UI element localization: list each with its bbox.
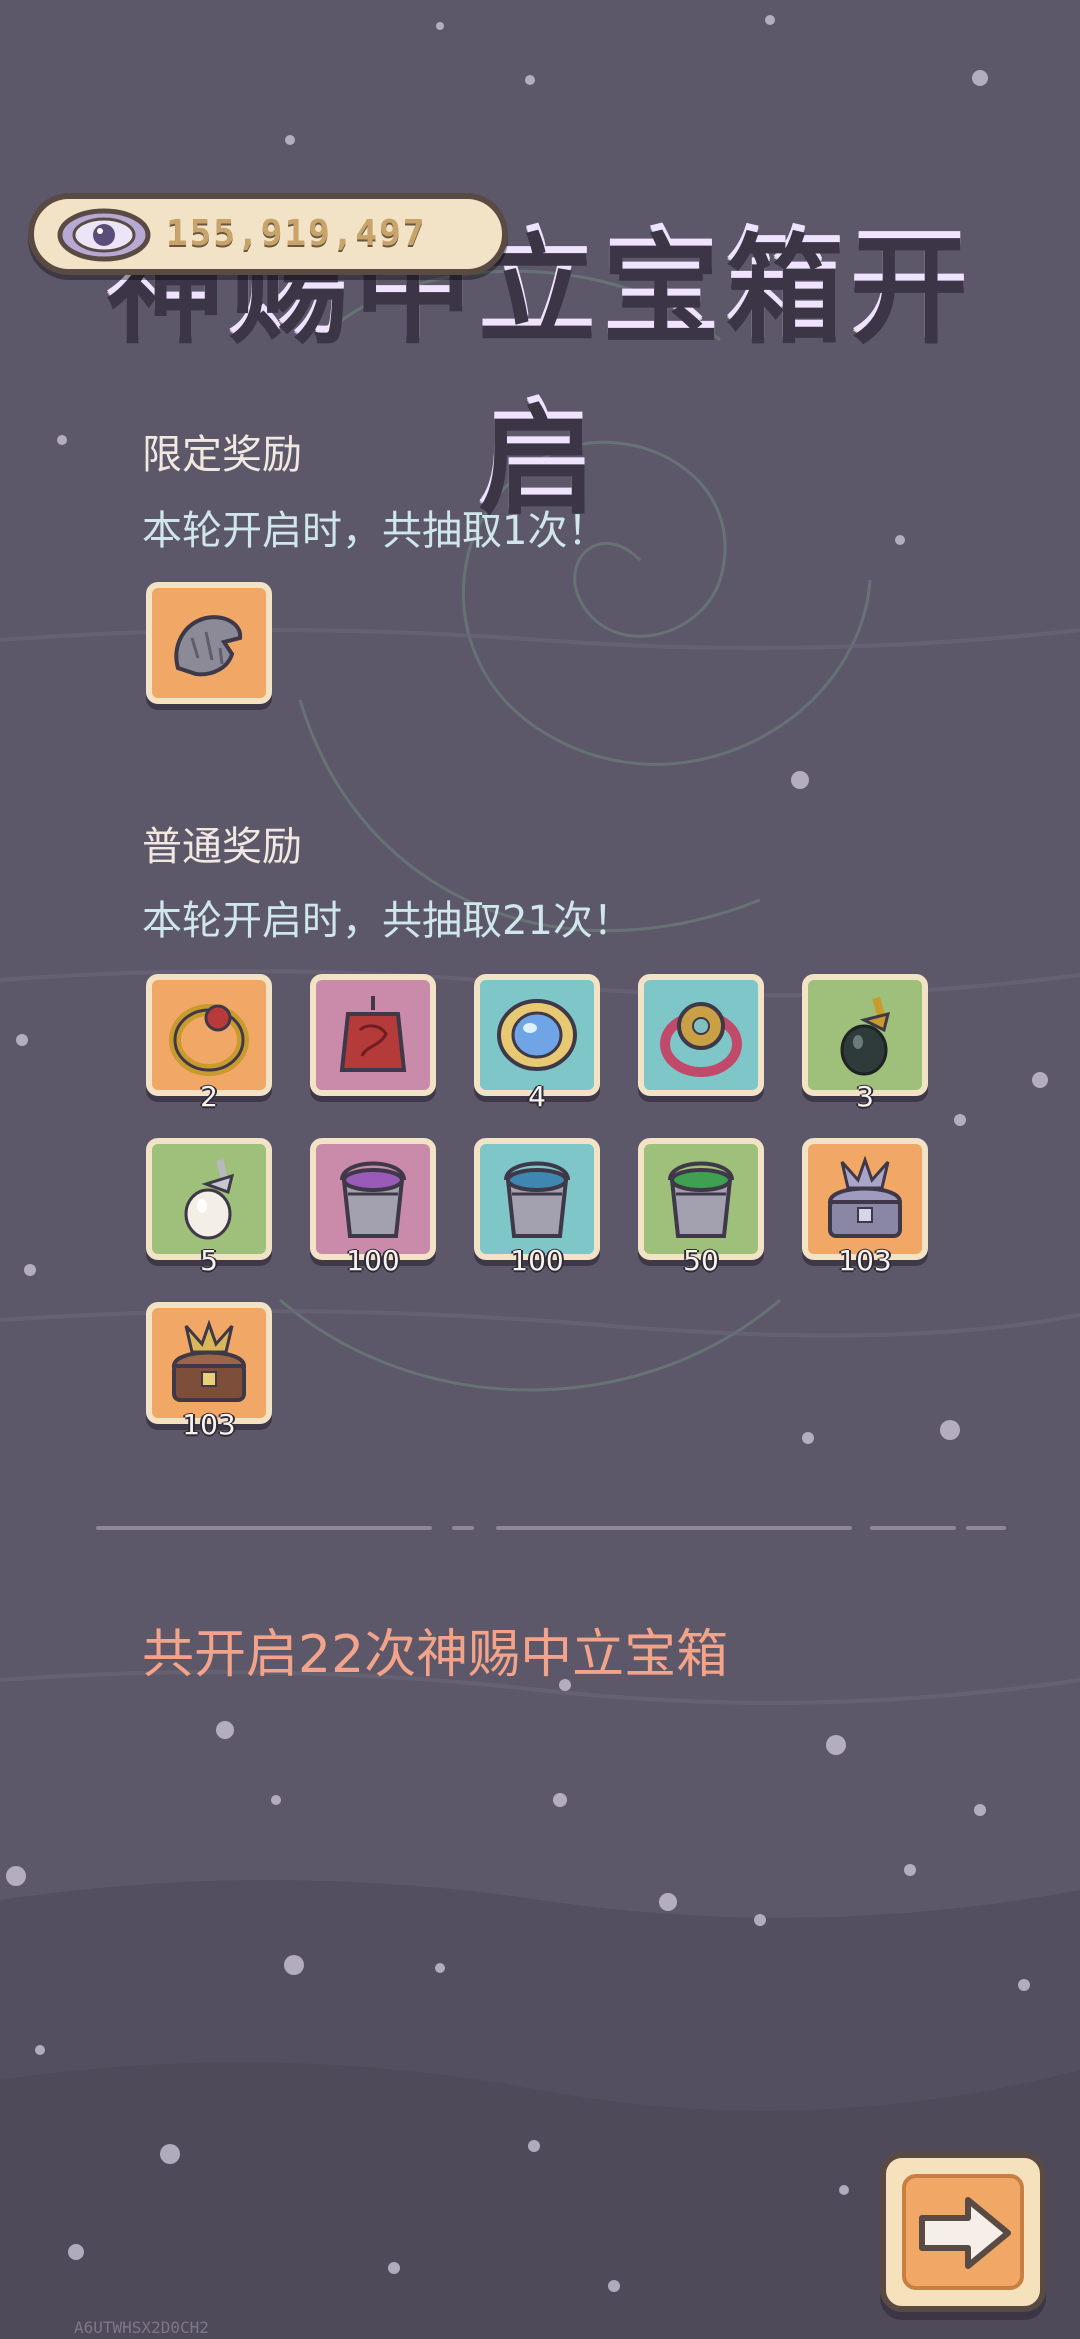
ruby-ring-icon <box>169 1004 249 1076</box>
reward-slot-red-amulet[interactable] <box>310 974 436 1096</box>
purple-paint-bucket-icon <box>340 1161 406 1238</box>
currency-amount: 155,919,497 <box>166 213 427 254</box>
divider <box>96 1526 432 1530</box>
limited-rewards-subtitle: 本轮开启时，共抽取1次！ <box>142 508 608 554</box>
reward-slot-black-pearl-pendant[interactable] <box>802 974 928 1096</box>
reward-slot-ruby-ring[interactable] <box>146 974 272 1096</box>
green-paint-bucket-icon <box>668 1161 734 1238</box>
eye-icon <box>57 208 151 262</box>
divider <box>966 1526 1006 1530</box>
reward-slot-stone-relic[interactable] <box>146 582 272 704</box>
reward-slot-sapphire-brooch[interactable] <box>474 974 600 1096</box>
normal-rewards-subtitle: 本轮开启时，共抽取21次！ <box>142 898 633 944</box>
reward-qty: 50 <box>683 1244 719 1277</box>
reward-slot-flower-ring[interactable] <box>638 974 764 1096</box>
sapphire-brooch-icon <box>497 999 577 1071</box>
dragon-chest-icon <box>827 1155 903 1238</box>
watermark-text: A6UTWHSX2D0CH2 <box>74 2318 209 2337</box>
flower-ring-icon <box>660 1002 742 1077</box>
reward-slot-white-pearl-pendant[interactable] <box>146 1138 272 1260</box>
next-button[interactable] <box>880 2152 1046 2312</box>
reward-qty: 103 <box>182 1408 236 1441</box>
normal-rewards-heading: 普通奖励 <box>142 824 302 870</box>
reward-slot-green-paint-bucket[interactable] <box>638 1138 764 1260</box>
reward-slot-blue-paint-bucket[interactable] <box>474 1138 600 1260</box>
blue-paint-bucket-icon <box>504 1161 570 1238</box>
currency-counter[interactable]: 155,919,497 <box>28 193 508 275</box>
stone-relic-icon <box>174 615 243 677</box>
red-amulet-icon <box>339 996 407 1072</box>
reward-qty: 4 <box>528 1080 546 1113</box>
reward-qty: 2 <box>200 1080 218 1113</box>
reward-qty: 5 <box>200 1244 218 1277</box>
black-pearl-pendant-icon <box>840 996 891 1076</box>
reward-qty: 103 <box>838 1244 892 1277</box>
divider <box>452 1526 474 1530</box>
reward-qty: 100 <box>346 1244 400 1277</box>
reward-slot-dragon-chest[interactable] <box>802 1138 928 1260</box>
limited-rewards-heading: 限定奖励 <box>142 432 302 478</box>
summary-text: 共开启22次神赐中立宝箱 <box>142 1625 729 1685</box>
arrow-right-icon <box>919 2197 1011 2269</box>
golden-dragon-chest-icon <box>171 1319 247 1402</box>
reward-qty: 100 <box>510 1244 564 1277</box>
divider <box>870 1526 956 1530</box>
reward-qty: 3 <box>856 1080 874 1113</box>
next-button-face <box>902 2174 1024 2290</box>
white-pearl-pendant-icon <box>184 1159 235 1240</box>
reward-slot-golden-dragon-chest[interactable] <box>146 1302 272 1424</box>
divider <box>496 1526 852 1530</box>
reward-slot-purple-paint-bucket[interactable] <box>310 1138 436 1260</box>
